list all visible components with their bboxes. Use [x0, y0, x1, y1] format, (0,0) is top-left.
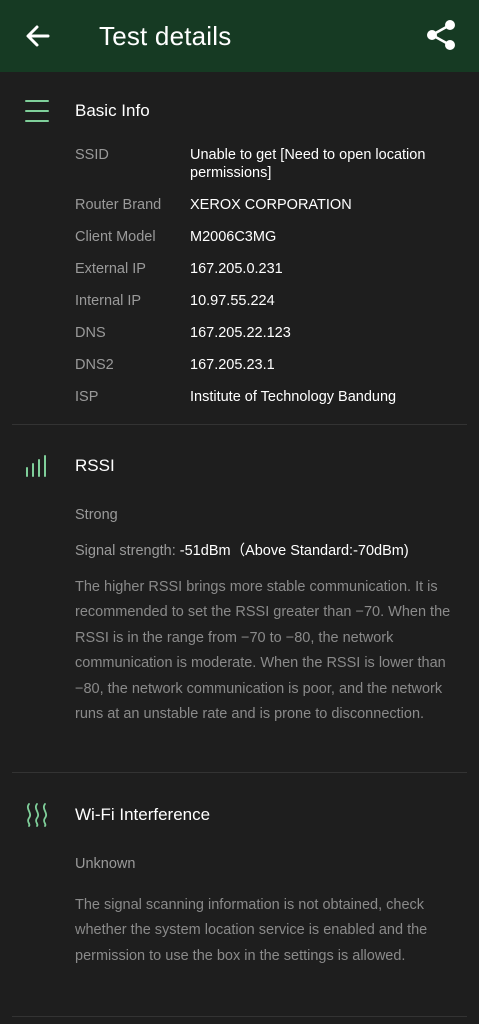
interference-title: Wi-Fi Interference — [75, 805, 211, 824]
info-key: Router Brand — [75, 197, 162, 213]
interference-status: Unknown — [75, 856, 136, 872]
info-value: Institute of Technology Bandung — [190, 389, 397, 405]
info-value: 10.97.55.224 — [190, 293, 275, 309]
signal-strength-label: Signal strength: — [75, 543, 176, 559]
page-title: Test details — [99, 21, 232, 51]
wave-lines-icon — [24, 802, 50, 833]
basic-info-title: Basic Info — [75, 101, 150, 120]
info-key: Client Model — [75, 229, 156, 245]
signal-bars-icon — [24, 454, 50, 483]
info-key: SSID — [75, 147, 109, 163]
signal-strength-value: -51dBm（Above Standard:-70dBm) — [175, 543, 409, 559]
info-key: DNS2 — [75, 357, 114, 373]
menu-lines-icon — [24, 98, 50, 129]
rssi-description: The higher RSSI brings more stable commu… — [75, 579, 451, 723]
info-value: Unable to get [Need to open location per… — [190, 147, 426, 181]
info-value: 167.205.22.123 — [190, 325, 291, 341]
interference-description: The signal scanning information is not o… — [75, 897, 428, 964]
section-divider — [12, 772, 467, 773]
info-key: External IP — [75, 261, 146, 277]
app-bar: Test details — [0, 0, 479, 72]
rssi-status: Strong — [75, 507, 118, 523]
info-key: DNS — [75, 325, 106, 341]
section-divider — [12, 424, 467, 425]
info-key: ISP — [75, 389, 99, 405]
info-value: 167.205.0.231 — [190, 261, 283, 277]
share-icon[interactable] — [424, 18, 458, 52]
info-value: M2006C3MG — [190, 229, 277, 245]
info-value: 167.205.23.1 — [190, 357, 275, 373]
back-arrow-icon[interactable] — [22, 20, 54, 52]
info-key: Internal IP — [75, 293, 142, 309]
section-divider — [12, 1016, 467, 1017]
info-value: XEROX CORPORATION — [190, 197, 352, 213]
signal-strength: Signal strength: -51dBm（Above Standard:-… — [75, 542, 409, 560]
rssi-title: RSSI — [75, 456, 115, 475]
